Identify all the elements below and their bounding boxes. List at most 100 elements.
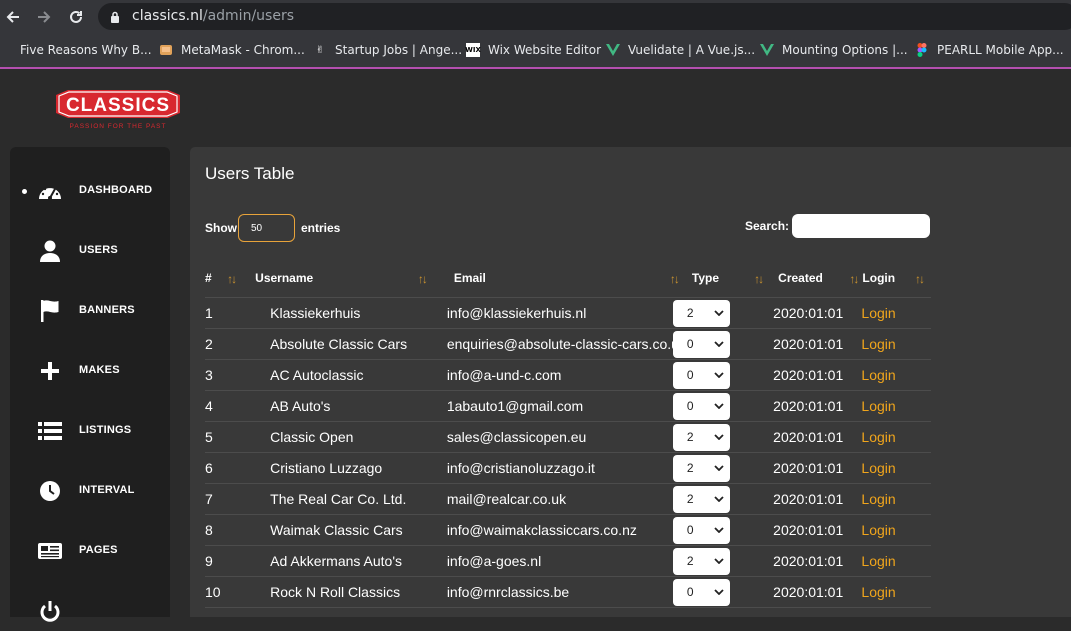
type-select[interactable]: 2: [672, 299, 730, 327]
bookmark-mounting-options[interactable]: Mounting Options |...: [760, 41, 908, 59]
login-link[interactable]: Login: [861, 429, 895, 445]
login-link[interactable]: Login: [861, 305, 895, 321]
bookmark-label: Five Reasons Why B...: [20, 43, 152, 57]
list-icon: [37, 419, 63, 443]
type-value: 2: [686, 461, 694, 475]
column-header-email[interactable]: Email ↑↓: [439, 259, 686, 298]
chevron-down-icon: [714, 558, 724, 564]
active-bullet: [22, 189, 27, 194]
bookmark-label: Startup Jobs | Ange...: [335, 43, 463, 57]
bookmark-vuelidate[interactable]: Vuelidate | A Vue.js...: [606, 41, 755, 59]
chevron-down-icon: [714, 589, 724, 595]
row-number: 3: [205, 359, 242, 391]
search-label: Search:: [745, 219, 790, 233]
login-link[interactable]: Login: [861, 522, 895, 538]
login-link[interactable]: Login: [861, 553, 895, 569]
type-value: 2: [686, 430, 694, 444]
sidebar-item-label: DASHBOARD: [79, 184, 153, 196]
type-value: 2: [686, 554, 694, 568]
back-icon[interactable]: [2, 6, 24, 28]
sidebar-item-pages[interactable]: PAGES: [10, 531, 170, 571]
bookmark-metamask[interactable]: MetaMask - Chrom...: [159, 41, 305, 59]
show-label: Show: [205, 221, 237, 235]
login-link[interactable]: Login: [861, 336, 895, 352]
type-select[interactable]: 0: [672, 516, 730, 544]
vue-icon: [606, 43, 620, 57]
forward-icon[interactable]: [33, 6, 55, 28]
login-link[interactable]: Login: [861, 491, 895, 507]
sidebar-item-interval[interactable]: INTERVAL: [10, 471, 170, 511]
address-bar[interactable]: classics.nl/admin/users: [98, 3, 1071, 30]
sidebar-item-label: PAGES: [79, 544, 118, 556]
row-email: info@cristianoluzzago.it: [439, 452, 686, 484]
bookmark-startup-jobs[interactable]: ✌ Startup Jobs | Ange...: [313, 41, 462, 59]
row-email: enquiries@absolute-classic-cars.co.uk: [439, 328, 686, 360]
column-header-username[interactable]: Username ↑↓: [241, 259, 440, 298]
sidebar-item-listings[interactable]: LISTINGS: [10, 411, 170, 451]
bookmark-five-reasons[interactable]: Five Reasons Why B...: [8, 41, 152, 59]
sidebar-item-users[interactable]: USERS: [10, 231, 170, 271]
sidebar-item-logout[interactable]: [10, 591, 170, 631]
type-select[interactable]: 0: [672, 578, 730, 606]
users-table: # ↑↓ Username ↑↓ Email ↑↓ Type ↑↓ Created ↑↓ …: [205, 259, 931, 608]
search-input[interactable]: [792, 214, 930, 238]
table-row: 8 Waimak Classic Cars info@waimakclassicca…: [205, 514, 931, 546]
sort-arrows-icon: ↑↓: [915, 272, 925, 286]
sidebar-item-label: BANNERS: [79, 304, 135, 316]
sidebar-item-dashboard[interactable]: DASHBOARD: [10, 171, 170, 211]
row-username: The Real Car Co. Ltd.: [241, 483, 440, 515]
bookmark-label: PEARLL Mobile App...: [937, 43, 1064, 57]
plus-icon: [37, 359, 63, 383]
login-link[interactable]: Login: [861, 584, 895, 600]
login-link[interactable]: Login: [861, 460, 895, 476]
entries-select[interactable]: 50: [238, 214, 295, 242]
bookmark-pearll[interactable]: PEARLL Mobile App...: [915, 41, 1064, 59]
users-table-body: 1 Klassiekerhuis info@klassiekerhuis.nl 2 20…: [205, 297, 931, 608]
chevron-down-icon: [714, 403, 724, 409]
pages-icon: [37, 539, 63, 563]
type-select[interactable]: 2: [672, 485, 730, 513]
type-select[interactable]: 2: [672, 454, 730, 482]
row-username: Waimak Classic Cars: [241, 514, 440, 546]
page-title: Users Table: [205, 164, 295, 183]
row-created: 2020:01:01: [772, 545, 862, 577]
sidebar-item-label: LISTINGS: [79, 424, 132, 436]
row-email: sales@classicopen.eu: [439, 421, 686, 453]
page: CLASSICS PASSION FOR THE PAST DASHBOARD …: [0, 69, 1071, 622]
type-value: 0: [686, 585, 694, 599]
column-header-number[interactable]: # ↑↓: [205, 259, 242, 298]
sidebar-item-banners[interactable]: BANNERS: [10, 291, 170, 331]
column-header-created[interactable]: Created ↑↓: [772, 259, 862, 298]
login-link[interactable]: Login: [861, 398, 895, 414]
type-select[interactable]: 2: [672, 423, 730, 451]
row-email: info@waimakclassiccars.co.nz: [439, 514, 686, 546]
sort-arrows-icon: ↑↓: [754, 272, 764, 286]
login-link[interactable]: Login: [861, 367, 895, 383]
row-created: 2020:01:01: [772, 483, 862, 515]
column-header-type[interactable]: Type ↑↓: [685, 259, 773, 298]
svg-text:CLASSICS: CLASSICS: [66, 95, 170, 116]
generic-favicon-icon: [8, 43, 12, 57]
type-select[interactable]: 2: [672, 547, 730, 575]
row-number: 1: [205, 297, 242, 329]
type-select[interactable]: 0: [672, 392, 730, 420]
bookmark-wix[interactable]: WIX Wix Website Editor: [465, 41, 601, 59]
chevron-down-icon: [714, 372, 724, 378]
classics-logo[interactable]: CLASSICS PASSION FOR THE PAST: [52, 87, 184, 133]
row-username: AC Autoclassic: [241, 359, 440, 391]
sort-arrows-icon: ↑↓: [849, 272, 859, 286]
row-created: 2020:01:01: [772, 328, 862, 360]
reload-icon[interactable]: [65, 6, 87, 28]
flag-icon: [37, 299, 63, 323]
sidebar: DASHBOARD USERS BANNERS MAKES LISTINGS I…: [10, 147, 170, 622]
table-row: 5 Classic Open sales@classicopen.eu 2 2020:0…: [205, 421, 931, 453]
row-username: AB Auto's: [241, 390, 440, 422]
row-email: info@a-und-c.com: [439, 359, 686, 391]
column-header-login[interactable]: Login ↑↓: [861, 259, 931, 298]
type-value: 2: [686, 306, 694, 320]
chevron-down-icon: [714, 465, 724, 471]
svg-text:PASSION FOR THE PAST: PASSION FOR THE PAST: [70, 123, 167, 130]
type-select[interactable]: 0: [672, 361, 730, 389]
bookmark-label: Vuelidate | A Vue.js...: [628, 43, 756, 57]
sidebar-item-makes[interactable]: MAKES: [10, 351, 170, 391]
